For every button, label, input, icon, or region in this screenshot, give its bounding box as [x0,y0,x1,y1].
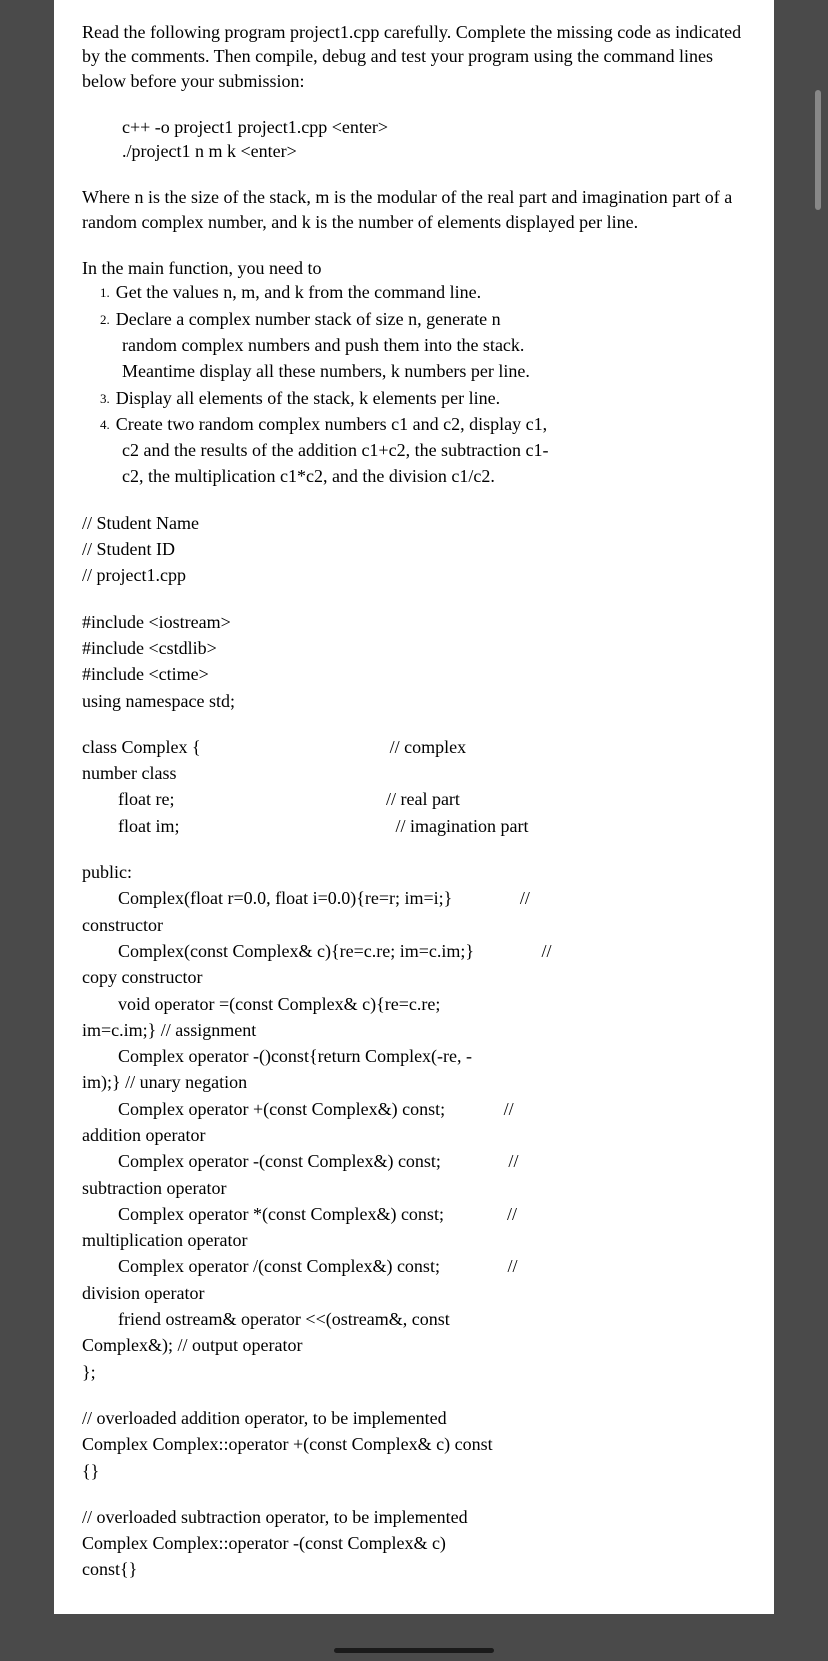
intro-paragraph: Read the following program project1.cpp … [82,20,746,93]
overload-subtraction-block: // overloaded subtraction operator, to b… [82,1505,746,1582]
code-line: void operator =(const Complex& c){re=c.r… [82,992,746,1016]
list-text: Create two random complex numbers c1 and… [116,414,547,434]
list-item-2-cont: Meantime display all these numbers, k nu… [82,359,746,383]
comment-student-id: // Student ID [82,537,746,561]
list-text: Display all elements of the stack, k ele… [116,388,500,408]
code-line: friend ostream& operator <<(ostream&, co… [82,1307,746,1331]
code-line: }; [82,1360,746,1384]
list-number: 2. [100,312,110,327]
include-ctime: #include <ctime> [82,662,746,686]
code-line: {} [82,1459,746,1483]
command-block: c++ -o project1 project1.cpp <enter> ./p… [82,115,746,164]
list-number: 3. [100,391,110,406]
code-line: Complex operator -(const Complex&) const… [82,1149,746,1173]
includes-block: #include <iostream> #include <cstdlib> #… [82,610,746,713]
code-line: // overloaded addition operator, to be i… [82,1406,746,1430]
code-line: class Complex { // complex [82,735,746,759]
list-number: 4. [100,417,110,432]
code-line: im=c.im;} // assignment [82,1018,746,1042]
code-line: Complex operator *(const Complex&) const… [82,1202,746,1226]
code-line: Complex operator -()const{return Complex… [82,1044,746,1068]
list-item-2: 2. Declare a complex number stack of size… [82,307,746,331]
code-line: number class [82,761,746,785]
main-intro: In the main function, you need to [82,256,746,280]
code-line: Complex(const Complex& c){re=c.re; im=c.… [82,939,746,963]
code-line: copy constructor [82,965,746,989]
code-line: subtraction operator [82,1176,746,1200]
list-item-4-cont: c2 and the results of the addition c1+c2… [82,438,746,462]
where-paragraph: Where n is the size of the stack, m is t… [82,185,746,234]
code-line: Complex Complex::operator +(const Comple… [82,1432,746,1456]
command-line-1: c++ -o project1 project1.cpp <enter> [122,115,746,139]
code-line: im);} // unary negation [82,1070,746,1094]
comment-filename: // project1.cpp [82,563,746,587]
code-line: public: [82,860,746,884]
code-line: division operator [82,1281,746,1305]
comment-student-name: // Student Name [82,511,746,535]
list-item-4-cont: c2, the multiplication c1*c2, and the di… [82,464,746,488]
code-line: Complex Complex::operator -(const Comple… [82,1531,746,1555]
main-function-section: In the main function, you need to 1. Get … [82,256,746,489]
list-item-3: 3. Display all elements of the stack, k e… [82,386,746,410]
code-line: float re; // real part [82,787,746,811]
list-item-4: 4. Create two random complex numbers c1 a… [82,412,746,436]
code-line: const{} [82,1557,746,1581]
code-line: multiplication operator [82,1228,746,1252]
scrollbar-track[interactable] [815,0,823,1661]
code-line: Complex(float r=0.0, float i=0.0){re=r; … [82,886,746,910]
list-number: 1. [100,285,110,300]
public-block: public: Complex(float r=0.0, float i=0.0… [82,860,746,1384]
overload-addition-block: // overloaded addition operator, to be i… [82,1406,746,1483]
class-decl-block: class Complex { // complex number class … [82,735,746,838]
list-item-2-cont: random complex numbers and push them int… [82,333,746,357]
include-iostream: #include <iostream> [82,610,746,634]
code-line: addition operator [82,1123,746,1147]
list-item-1: 1. Get the values n, m, and k from the co… [82,280,746,304]
list-text: Get the values n, m, and k from the comm… [116,282,481,302]
home-indicator [334,1648,494,1653]
code-line: // overloaded subtraction operator, to b… [82,1505,746,1529]
using-namespace: using namespace std; [82,689,746,713]
scrollbar-thumb[interactable] [815,90,821,210]
include-cstdlib: #include <cstdlib> [82,636,746,660]
code-line: Complex operator +(const Complex&) const… [82,1097,746,1121]
document-page: Read the following program project1.cpp … [54,0,774,1614]
comment-header-block: // Student Name // Student ID // project… [82,511,746,588]
code-line: float im; // imagination part [82,814,746,838]
code-line: Complex operator /(const Complex&) const… [82,1254,746,1278]
list-text: Declare a complex number stack of size n… [116,309,501,329]
code-line: constructor [82,913,746,937]
code-line: Complex&); // output operator [82,1333,746,1357]
command-line-2: ./project1 n m k <enter> [122,139,746,163]
